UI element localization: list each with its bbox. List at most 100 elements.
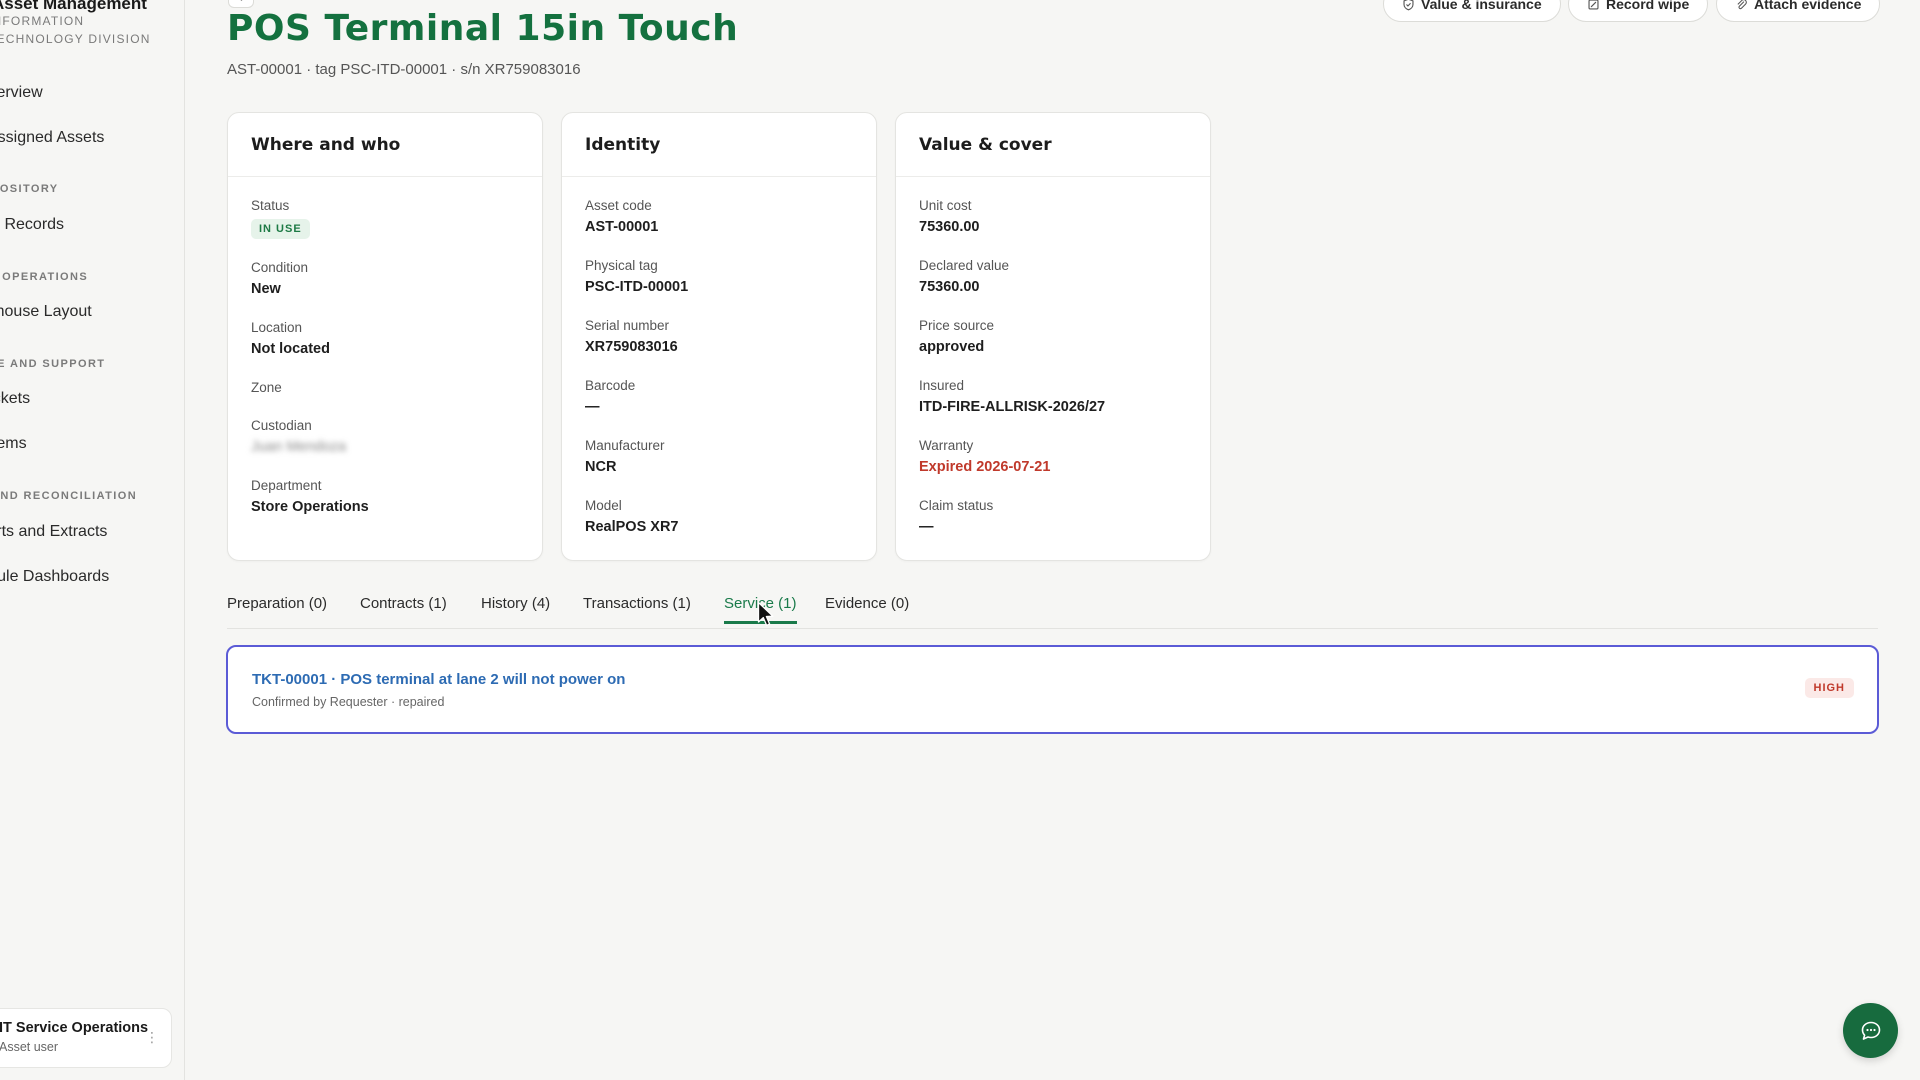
record-wipe-label: Record wipe	[1606, 0, 1690, 12]
value-insurance-button[interactable]: Value & insurance	[1383, 0, 1561, 22]
field-label: Declared value	[919, 258, 1010, 273]
field-zone: Zone	[251, 380, 282, 395]
sidebar-section-reporting: Reporting and Reconciliation	[0, 490, 138, 502]
user-card[interactable]: IT Service Operations Asset user ⋮	[0, 1008, 172, 1068]
field-value: AST-00001	[585, 219, 659, 235]
card-title: Identity	[562, 113, 876, 177]
card-title: Value & cover	[896, 113, 1210, 177]
field-barcode: Barcode —	[585, 378, 635, 415]
sidebar-item-warehouse-layout[interactable]: Warehouse Layout	[0, 303, 92, 321]
record-wipe-button[interactable]: Record wipe	[1568, 0, 1709, 22]
field-value: approved	[919, 339, 985, 355]
field-department: Department Store Operations	[251, 478, 369, 515]
more-vertical-icon[interactable]: ⋮	[145, 1029, 159, 1046]
field-label: Price source	[919, 318, 995, 333]
sidebar-item-asset-records[interactable]: Asset Records	[0, 216, 64, 234]
mouse-cursor-icon	[757, 601, 774, 626]
tab-preparation[interactable]: Preparation (0)	[227, 595, 327, 624]
field-insured: Insured ITD-FIRE-ALLRISK-2026/27	[919, 378, 1105, 415]
field-label: Serial number	[585, 318, 670, 333]
field-label: Zone	[251, 380, 282, 395]
field-value: ITD-FIRE-ALLRISK-2026/27	[919, 399, 1106, 415]
back-button[interactable]: ‹	[228, 0, 254, 8]
tab-contracts[interactable]: Contracts (1)	[360, 595, 447, 624]
sidebar-section-repository: Repository	[0, 183, 59, 195]
field-label: Condition	[251, 260, 309, 275]
brand-subtitle: Information Technology Division	[0, 14, 151, 46]
field-label: Department	[251, 478, 322, 493]
field-declared-value: Declared value 75360.00	[919, 258, 1009, 295]
field-warranty: Warranty Expired 2026-07-21	[919, 438, 1050, 475]
field-label: Insured	[919, 378, 965, 393]
sidebar-item-tickets[interactable]: Tickets	[0, 390, 30, 408]
user-name: IT Service Operations	[0, 1020, 149, 1036]
paperclip-icon	[1737, 0, 1747, 9]
sidebar-item-problems[interactable]: Problems	[0, 435, 27, 453]
chat-button[interactable]	[1843, 1003, 1898, 1058]
field-label: Warranty	[919, 438, 974, 453]
field-value: PSC-ITD-00001	[585, 279, 689, 295]
field-label: Asset code	[585, 198, 652, 213]
field-label: Manufacturer	[585, 438, 665, 453]
chevron-left-icon: ‹	[239, 0, 243, 5]
wipe-record-icon	[1588, 0, 1599, 10]
field-condition: Condition New	[251, 260, 308, 297]
sidebar-section-service-support: Service and Support	[0, 358, 106, 370]
field-label: Status	[251, 198, 290, 213]
field-value: RealPOS XR7	[585, 519, 679, 535]
field-label: Barcode	[585, 378, 636, 393]
field-label: Model	[585, 498, 622, 513]
sidebar-item-reports-extracts[interactable]: Reports and Extracts	[0, 523, 107, 541]
field-value: New	[251, 281, 281, 297]
field-value: —	[585, 399, 600, 415]
field-value: XR759083016	[585, 339, 678, 355]
card-identity: Identity Asset code AST-00001 Physical t…	[561, 112, 877, 561]
card-where-and-who: Where and who Status IN USE Condition Ne…	[227, 112, 543, 561]
user-role: Asset user	[0, 1040, 59, 1054]
field-label: Claim status	[919, 498, 994, 513]
field-value-redacted: Juan Mendoza	[251, 439, 347, 455]
field-value: —	[919, 519, 934, 535]
field-price-source: Price source approved	[919, 318, 994, 355]
sidebar-item-overview[interactable]: Overview	[0, 84, 43, 102]
field-label: Unit cost	[919, 198, 972, 213]
value-insurance-label: Value & insurance	[1421, 0, 1542, 12]
page-title: POS Terminal 15in Touch	[227, 8, 739, 49]
ticket-meta: Confirmed by Requester · repaired	[252, 695, 445, 709]
shield-check-icon	[1403, 0, 1414, 10]
field-value: 75360.00	[919, 279, 980, 295]
field-claim-status: Claim status —	[919, 498, 993, 535]
detail-tabs: Preparation (0) Contracts (1) History (4…	[227, 590, 1878, 629]
field-status: Status IN USE	[251, 198, 310, 239]
attach-evidence-label: Attach evidence	[1754, 0, 1862, 12]
chat-bubble-icon	[1861, 1021, 1880, 1040]
priority-badge: HIGH	[1804, 678, 1854, 698]
tab-history[interactable]: History (4)	[481, 595, 550, 624]
ticket-title-link[interactable]: TKT-00001 · POS terminal at lane 2 will …	[252, 671, 625, 688]
service-ticket-card[interactable]: TKT-00001 · POS terminal at lane 2 will …	[226, 645, 1879, 734]
field-value: 75360.00	[919, 219, 980, 235]
tab-evidence[interactable]: Evidence (0)	[825, 595, 909, 624]
card-value-and-cover: Value & cover Unit cost 75360.00 Declare…	[895, 112, 1211, 561]
field-label: Physical tag	[585, 258, 658, 273]
attach-evidence-button[interactable]: Attach evidence	[1716, 0, 1881, 22]
field-label: Custodian	[251, 418, 312, 433]
sidebar-item-module-dashboards[interactable]: Module Dashboards	[0, 568, 109, 586]
sidebar-section-warehouse-operations: Warehouse Operations	[0, 271, 89, 283]
field-label: Location	[251, 320, 303, 335]
field-physical-tag: Physical tag PSC-ITD-00001	[585, 258, 688, 295]
card-title: Where and who	[228, 113, 542, 177]
field-location: Location Not located	[251, 320, 330, 357]
sidebar-item-assigned-assets[interactable]: Assigned Assets	[0, 129, 104, 147]
status-badge: IN USE	[251, 219, 310, 239]
field-unit-cost: Unit cost 75360.00	[919, 198, 979, 235]
asset-subtitle: AST-00001 · tag PSC-ITD-00001 · s/n XR75…	[227, 61, 581, 78]
field-value: Not located	[251, 341, 330, 357]
field-manufacturer: Manufacturer NCR	[585, 438, 665, 475]
sidebar: Asset Management Information Technology …	[0, 0, 185, 1080]
tab-transactions[interactable]: Transactions (1)	[583, 595, 691, 624]
field-asset-code: Asset code AST-00001	[585, 198, 658, 235]
field-value: NCR	[585, 459, 617, 475]
warranty-expired-value: Expired 2026-07-21	[919, 459, 1051, 475]
field-model: Model RealPOS XR7	[585, 498, 679, 535]
